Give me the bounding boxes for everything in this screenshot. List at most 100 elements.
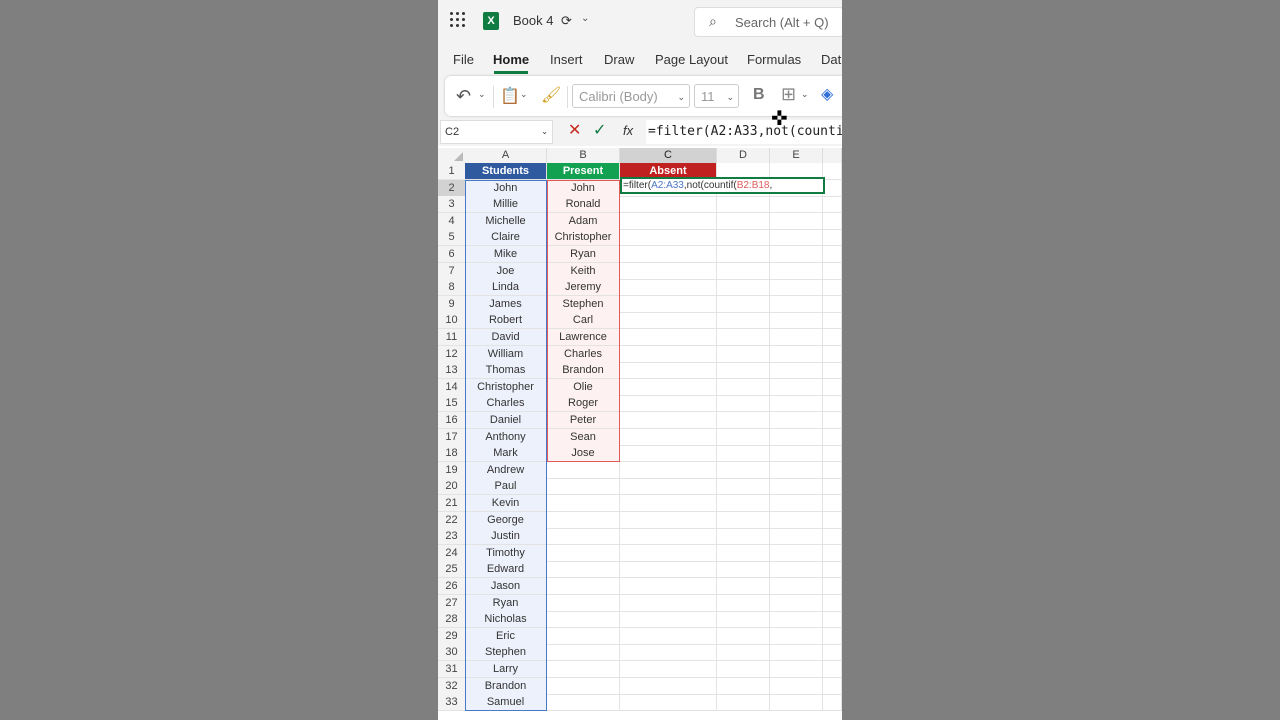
grid-cell[interactable]: [717, 196, 770, 214]
student-cell[interactable]: John: [465, 179, 547, 197]
grid-cell[interactable]: [823, 528, 842, 546]
student-cell[interactable]: Brandon: [465, 677, 547, 695]
row-header[interactable]: 5: [438, 229, 465, 247]
row-header[interactable]: 32: [438, 677, 465, 695]
student-cell[interactable]: Nicholas: [465, 611, 547, 629]
grid-cell[interactable]: [620, 362, 717, 380]
bold-button[interactable]: B: [753, 86, 765, 104]
row-header[interactable]: 21: [438, 495, 465, 512]
present-cell[interactable]: Adam: [547, 212, 620, 230]
grid-cell[interactable]: [620, 279, 717, 297]
grid-cell[interactable]: [717, 262, 770, 280]
search-box[interactable]: ⌕ Search (Alt + Q): [694, 7, 842, 37]
grid-cell[interactable]: [770, 378, 823, 396]
row-header[interactable]: 7: [438, 262, 465, 280]
row-header[interactable]: 19: [438, 461, 465, 479]
tab-data[interactable]: Dat: [821, 52, 841, 67]
chevron-down-icon[interactable]: ⌄: [581, 13, 589, 24]
row-header[interactable]: 17: [438, 428, 465, 446]
grid-cell[interactable]: [823, 345, 842, 363]
grid-cell[interactable]: [717, 611, 770, 629]
grid-cell[interactable]: [620, 229, 717, 247]
grid-cell[interactable]: [620, 312, 717, 330]
student-cell[interactable]: Linda: [465, 279, 547, 297]
grid-cell[interactable]: [770, 561, 823, 579]
grid-cell[interactable]: [823, 627, 842, 645]
present-cell[interactable]: Brandon: [547, 362, 620, 380]
student-cell[interactable]: Anthony: [465, 428, 547, 446]
grid-cell[interactable]: [547, 644, 620, 662]
row-header[interactable]: 25: [438, 561, 465, 579]
grid-cell[interactable]: [823, 262, 842, 280]
grid-cell[interactable]: [620, 212, 717, 230]
grid-cell[interactable]: [620, 428, 717, 446]
row-header[interactable]: 3: [438, 196, 465, 214]
active-cell-c2[interactable]: =filter(A2:A33,not(countif(B2:B18,: [620, 177, 825, 194]
borders-dropdown-icon[interactable]: ⌄: [801, 89, 809, 100]
student-cell[interactable]: Mark: [465, 445, 547, 463]
grid-cell[interactable]: [717, 578, 770, 595]
grid-cell[interactable]: [620, 611, 717, 629]
grid-cell[interactable]: [717, 461, 770, 479]
grid-cell[interactable]: [770, 212, 823, 230]
grid-cell[interactable]: [620, 478, 717, 496]
grid-cell[interactable]: [620, 677, 717, 695]
row-header[interactable]: 33: [438, 694, 465, 712]
grid-cell[interactable]: [717, 544, 770, 562]
grid-cell[interactable]: [717, 345, 770, 363]
grid-cell[interactable]: [620, 412, 717, 429]
tab-draw[interactable]: Draw: [604, 52, 634, 67]
student-cell[interactable]: Robert: [465, 312, 547, 330]
present-cell[interactable]: Olie: [547, 378, 620, 396]
grid-cell[interactable]: [547, 528, 620, 546]
row-header[interactable]: 23: [438, 528, 465, 546]
column-header-f[interactable]: [823, 148, 842, 163]
grid-cell[interactable]: [770, 295, 823, 313]
grid-cell[interactable]: [620, 511, 717, 529]
grid-cell[interactable]: [547, 511, 620, 529]
row-header[interactable]: 9: [438, 295, 465, 313]
grid-cell[interactable]: [717, 677, 770, 695]
app-launcher-icon[interactable]: [450, 12, 466, 28]
grid-cell[interactable]: [717, 295, 770, 313]
workbook-title[interactable]: Book 4: [513, 13, 553, 28]
grid-cell[interactable]: [770, 511, 823, 529]
grid-cell[interactable]: [770, 246, 823, 263]
column-header-d[interactable]: D: [717, 148, 770, 163]
grid-cell[interactable]: [717, 246, 770, 263]
grid-cell[interactable]: [823, 461, 842, 479]
grid-cell[interactable]: [547, 677, 620, 695]
grid-cell[interactable]: [717, 661, 770, 678]
student-cell[interactable]: Timothy: [465, 544, 547, 562]
student-cell[interactable]: Paul: [465, 478, 547, 496]
grid-cell[interactable]: [823, 412, 842, 429]
grid-cell[interactable]: [620, 378, 717, 396]
grid-cell[interactable]: [547, 661, 620, 678]
select-all-button[interactable]: [438, 148, 465, 163]
spreadsheet-grid[interactable]: A B C D E 1 Students Present Absent 2 John Joh…: [438, 146, 842, 720]
student-cell[interactable]: Jason: [465, 578, 547, 595]
row-header[interactable]: 10: [438, 312, 465, 330]
grid-cell[interactable]: [620, 196, 717, 214]
student-cell[interactable]: Justin: [465, 528, 547, 546]
row-header[interactable]: 13: [438, 362, 465, 380]
row-header[interactable]: 6: [438, 246, 465, 263]
grid-cell[interactable]: [823, 594, 842, 612]
grid-cell[interactable]: [770, 544, 823, 562]
cancel-icon[interactable]: ✕: [568, 120, 581, 140]
student-cell[interactable]: Larry: [465, 661, 547, 678]
grid-cell[interactable]: [770, 461, 823, 479]
column-header-e[interactable]: E: [770, 148, 823, 163]
present-cell[interactable]: Stephen: [547, 295, 620, 313]
row-header[interactable]: 14: [438, 378, 465, 396]
format-painter-icon[interactable]: 🖌: [541, 85, 561, 105]
grid-cell[interactable]: [547, 694, 620, 712]
present-cell[interactable]: Ronald: [547, 196, 620, 214]
grid-cell[interactable]: [620, 578, 717, 595]
grid-cell[interactable]: [823, 312, 842, 330]
grid-cell[interactable]: [717, 445, 770, 463]
present-cell[interactable]: Jose: [547, 445, 620, 463]
grid-cell[interactable]: [547, 544, 620, 562]
grid-cell[interactable]: [823, 661, 842, 678]
grid-cell[interactable]: [823, 511, 842, 529]
